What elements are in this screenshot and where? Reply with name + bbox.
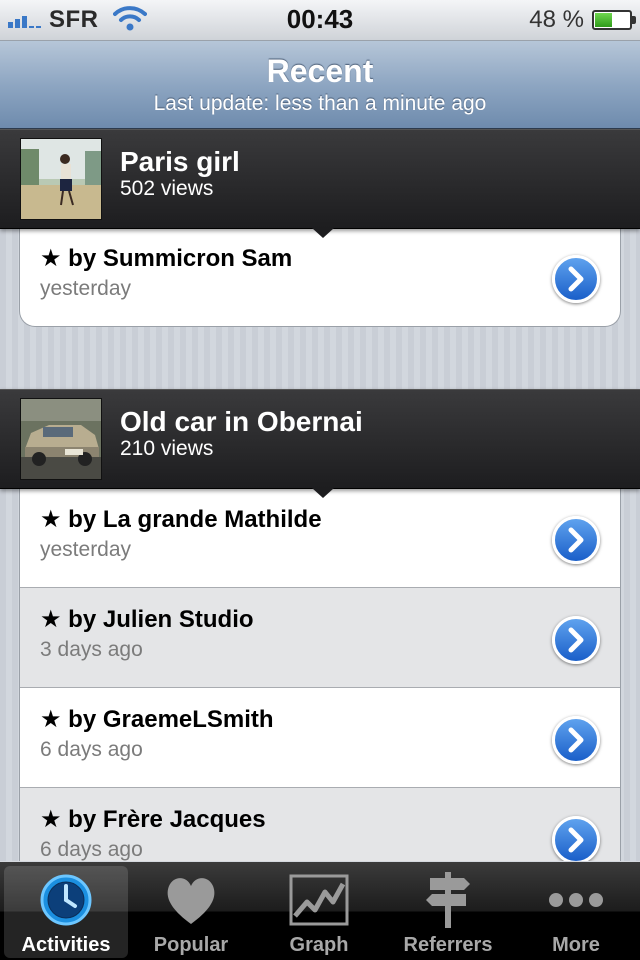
disclosure-button[interactable] — [552, 255, 600, 303]
list-item[interactable]: ★ by GraemeLSmith 6 days ago — [20, 688, 620, 788]
activity-time: yesterday — [40, 538, 132, 561]
disclosure-button[interactable] — [552, 516, 600, 564]
tab-graph[interactable]: Graph — [257, 866, 381, 958]
tab-label: Popular — [153, 934, 229, 956]
tab-more[interactable]: More — [514, 866, 638, 958]
more-dots-icon — [546, 872, 606, 928]
chevron-right-icon — [568, 727, 584, 753]
battery-area: 48 % — [529, 4, 636, 36]
status-bar: SFR 00:43 48 % — [0, 0, 640, 41]
activity-list[interactable]: Paris girl 502 views ★ by Summicron Sam … — [0, 129, 640, 861]
graph-icon — [289, 872, 349, 928]
page-title: Recent — [266, 53, 374, 89]
tab-popular[interactable]: Popular — [129, 866, 253, 958]
heart-icon — [161, 872, 221, 928]
chevron-right-icon — [568, 266, 584, 292]
activity-group-paris-girl: ★ by Summicron Sam yesterday — [19, 227, 621, 327]
battery-percent: 48 % — [529, 6, 584, 33]
battery-level — [595, 13, 613, 27]
tab-label: Graph — [289, 934, 349, 956]
battery-icon — [592, 10, 636, 30]
list-item[interactable]: ★ by Julien Studio 3 days ago — [20, 588, 620, 688]
disclosure-button[interactable] — [552, 716, 600, 764]
activity-time: 3 days ago — [40, 638, 143, 661]
activity-author: ★ by GraemeLSmith — [40, 706, 274, 733]
navigation-bar: Recent Last update: less than a minute a… — [0, 41, 640, 129]
callout-pointer — [312, 228, 334, 238]
activity-author: ★ by La grande Mathilde — [40, 506, 322, 533]
photo-thumbnail[interactable] — [20, 398, 102, 480]
clock-icon — [36, 872, 96, 928]
tab-activities[interactable]: Activities — [4, 866, 128, 958]
signpost-icon — [418, 872, 478, 928]
activity-group-old-car: ★ by La grande Mathilde yesterday ★ by J… — [19, 488, 621, 861]
disclosure-button[interactable] — [552, 816, 600, 861]
photo-views: 502 views — [120, 177, 214, 200]
section-header-old-car[interactable]: Old car in Obernai 210 views — [0, 389, 640, 498]
section-header-paris-girl[interactable]: Paris girl 502 views — [0, 129, 640, 238]
tab-referrers[interactable]: Referrers — [386, 866, 510, 958]
photo-title: Old car in Obernai — [120, 406, 363, 437]
chevron-right-icon — [568, 527, 584, 553]
tab-label: Referrers — [403, 934, 493, 956]
list-item[interactable]: ★ by Summicron Sam yesterday — [20, 227, 620, 326]
chevron-right-icon — [568, 827, 584, 853]
activity-time: 6 days ago — [40, 738, 143, 761]
chevron-right-icon — [568, 627, 584, 653]
activity-time: yesterday — [40, 277, 132, 300]
activity-time: 6 days ago — [40, 838, 143, 861]
activity-author: ★ by Summicron Sam — [40, 245, 293, 272]
tab-label: Activities — [21, 934, 111, 956]
tab-label: More — [552, 934, 600, 956]
list-item[interactable]: ★ by Frère Jacques 6 days ago — [20, 788, 620, 861]
photo-thumbnail[interactable] — [20, 138, 102, 220]
last-update-text: Last update: less than a minute ago — [153, 92, 487, 115]
list-item[interactable]: ★ by La grande Mathilde yesterday — [20, 488, 620, 588]
photo-title: Paris girl — [120, 146, 240, 177]
photo-views: 210 views — [120, 437, 214, 460]
disclosure-button[interactable] — [552, 616, 600, 664]
activity-author: ★ by Julien Studio — [40, 606, 254, 633]
activity-author: ★ by Frère Jacques — [40, 806, 266, 833]
tab-bar: Activities Popular Graph Referrers More — [0, 862, 640, 960]
callout-pointer — [312, 488, 334, 498]
